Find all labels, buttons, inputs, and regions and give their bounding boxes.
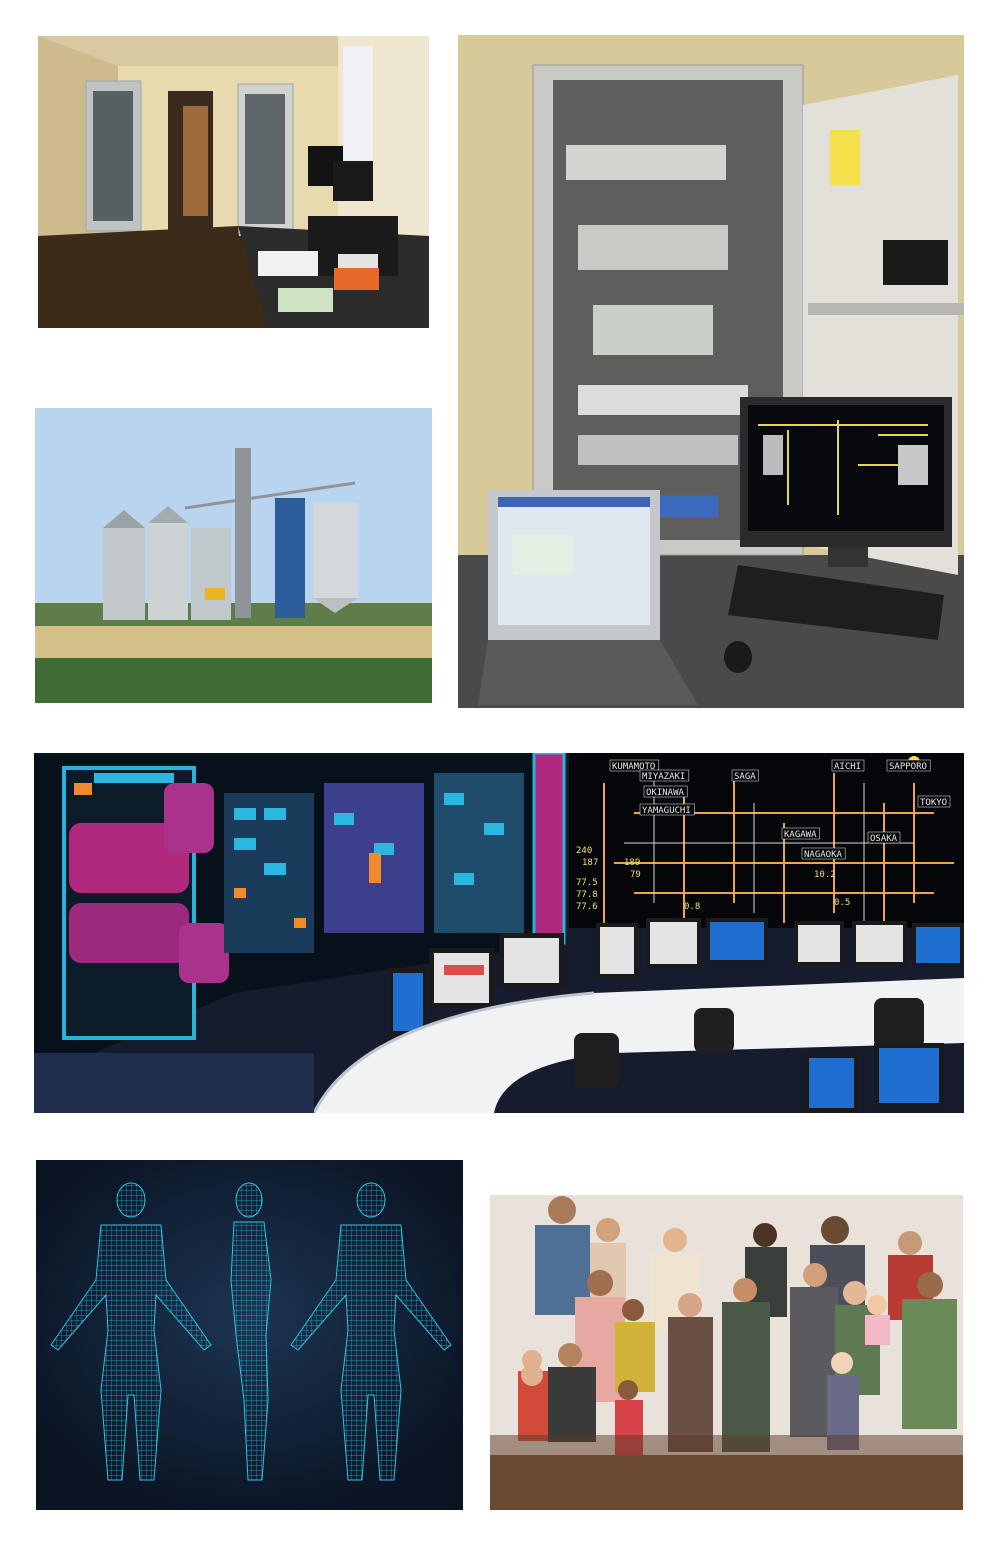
map-label: NAGAOKA bbox=[804, 850, 843, 860]
server-room-photo bbox=[38, 36, 429, 328]
map-number: 77.6 bbox=[576, 902, 598, 912]
map-label: OKINAWA bbox=[646, 788, 685, 798]
map-number: 187 bbox=[582, 858, 598, 868]
control-room-photo: KUMAMOTO MIYAZAKI OKINAWA YAMAGUCHI SAGA AICH… bbox=[34, 753, 964, 1113]
map-label: OSAKA bbox=[870, 834, 898, 844]
map-number: 79 bbox=[630, 870, 641, 880]
map-label: MIYAZAKI bbox=[642, 772, 685, 782]
map-number: 240 bbox=[576, 846, 592, 856]
map-label: YAMAGUCHI bbox=[642, 806, 691, 816]
map-number: 77.5 bbox=[576, 878, 598, 888]
map-number: 0.8 bbox=[684, 902, 700, 912]
wireframe-bodies-photo bbox=[36, 1160, 463, 1510]
map-number: 77.8 bbox=[576, 890, 598, 900]
map-number: 10.2 bbox=[814, 870, 836, 880]
map-label: AICHI bbox=[834, 762, 861, 772]
map-number: 0.5 bbox=[834, 898, 850, 908]
grain-silos-photo bbox=[35, 408, 432, 703]
map-number: 189 bbox=[624, 858, 640, 868]
figurines-group-photo bbox=[490, 1195, 963, 1510]
map-label: TOKYO bbox=[920, 798, 947, 808]
map-label: SAGA bbox=[734, 772, 756, 782]
map-label: SAPPORO bbox=[889, 762, 927, 772]
control-cabinet-photo bbox=[458, 35, 964, 708]
map-label: KAGAWA bbox=[784, 830, 817, 840]
